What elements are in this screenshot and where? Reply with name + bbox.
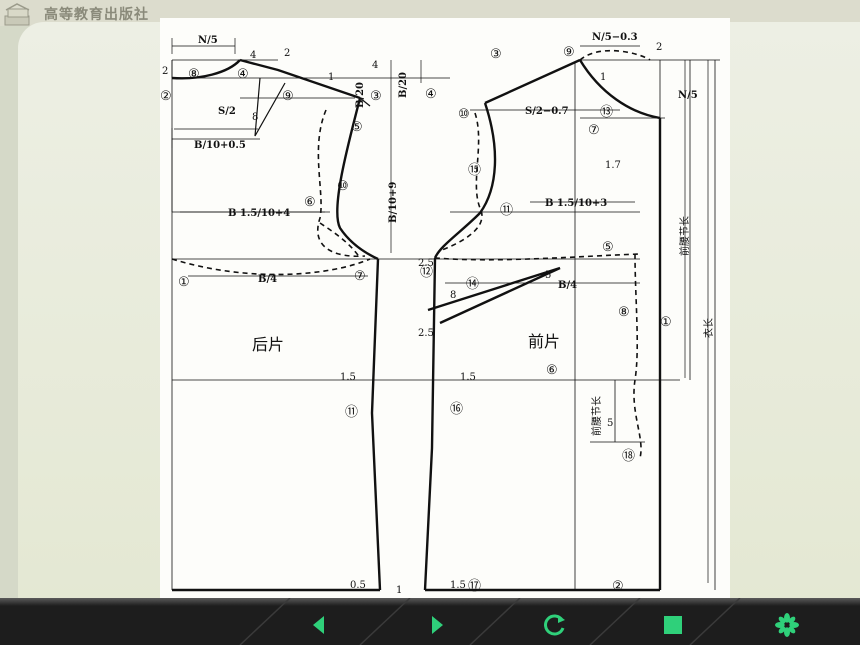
marker-15: ⑮: [468, 163, 481, 178]
stop-square-icon: [664, 616, 682, 634]
marker-5-back: ⑤: [351, 120, 363, 135]
num-5-b: 5: [607, 418, 613, 429]
marker-11-front: ⑪: [500, 203, 513, 218]
num-2-5-b: 2.5: [418, 328, 434, 339]
marker-1-back: ①: [178, 275, 190, 290]
num-0-5: 0.5: [350, 580, 366, 591]
num-1-7: 1.7: [605, 160, 621, 171]
marker-2-front: ②: [612, 579, 624, 594]
marker-8-front: ⑧: [618, 305, 630, 320]
formula-s2-minus: S/2−0.7: [525, 106, 569, 117]
stop-button[interactable]: [656, 610, 690, 640]
num-1-a: 1: [328, 72, 334, 83]
num-2-c: 2: [656, 42, 662, 53]
refresh-icon: [544, 614, 565, 636]
num-8-b: 8: [450, 290, 456, 301]
shirt-pattern-diagram: 后片 前片 N/5 N/5−0.3 S/2 S/2−0.7 B/10+0.5 B…: [160, 32, 720, 596]
marker-16: ⑯: [450, 402, 463, 417]
formula-b10-05: B/10+0.5: [194, 140, 246, 151]
marker-17: ⑰: [468, 579, 481, 594]
num-4-b: 4: [372, 60, 378, 71]
navigation-toolbar: [0, 598, 860, 645]
marker-10-front: ⑩: [458, 107, 470, 122]
marker-8-back: ⑧: [188, 67, 200, 82]
arrow-left-icon: [313, 616, 324, 634]
marker-7-back: ⑦: [354, 269, 366, 284]
num-8-a: 8: [252, 112, 258, 123]
marker-1-front: ①: [660, 315, 672, 330]
back-panel-label: 后片: [252, 335, 284, 354]
num-1-c: 1: [396, 585, 402, 596]
formula-b20-b: B/20: [398, 72, 409, 98]
num-1-5-a: 1.5: [340, 372, 356, 383]
previous-button[interactable]: [302, 610, 336, 640]
marker-4-back: ④: [237, 67, 249, 82]
formula-b4-back: B/4: [258, 274, 277, 285]
num-2-b: 2: [284, 48, 290, 59]
formula-n5-minus: N/5−0.3: [592, 32, 638, 43]
formula-b4-front: B/4: [558, 280, 577, 291]
marker-5-front: ⑤: [602, 240, 614, 255]
num-4-a: 4: [250, 50, 256, 61]
num-1-5-b: 1.5: [460, 372, 476, 383]
label-waist-front-b: 前腰节长: [590, 396, 603, 436]
marker-11-back: ⑪: [345, 405, 358, 420]
replay-button[interactable]: [538, 610, 572, 640]
marker-9-front: ⑨: [563, 45, 575, 60]
menu-button[interactable]: [770, 610, 804, 640]
marker-7-front: ⑦: [588, 123, 600, 138]
front-panel-label: 前片: [528, 332, 560, 351]
formula-s2: S/2: [218, 106, 236, 117]
formula-b20-a: B/20: [355, 82, 366, 108]
num-5-a: 5: [545, 270, 551, 281]
marker-2-back: ②: [160, 89, 172, 104]
formula-n5: N/5: [198, 35, 218, 46]
label-garment-length: 衣长: [702, 318, 715, 338]
marker-10-back: ⑩: [337, 179, 349, 194]
marker-6-front: ⑥: [546, 363, 558, 378]
marker-14: ⑭: [466, 277, 479, 292]
marker-4-mid: ④: [425, 87, 437, 102]
marker-13: ⑬: [600, 105, 613, 120]
label-waist-front-a: 前腰节长: [678, 216, 691, 256]
arrow-right-icon: [432, 616, 443, 634]
formula-b15-4: B 1.5/10+4: [228, 208, 290, 219]
publisher-name: 高等教育出版社: [44, 7, 149, 23]
marker-3-top: ③: [490, 47, 502, 62]
marker-9-back: ⑨: [282, 89, 294, 104]
pattern-slide: 后片 前片 N/5 N/5−0.3 S/2 S/2−0.7 B/10+0.5 B…: [160, 18, 730, 598]
pinwheel-menu-icon: [775, 613, 799, 637]
num-1-5-c: 1.5: [450, 580, 466, 591]
marker-18: ⑱: [622, 449, 635, 464]
formula-b15-3: B 1.5/10+3: [545, 198, 607, 209]
books-logo-icon: [4, 3, 30, 26]
num-2-a: 2: [162, 66, 168, 77]
next-button[interactable]: [420, 610, 454, 640]
marker-12: ⑫: [420, 265, 433, 280]
formula-b10-9: B/10+9: [388, 182, 399, 223]
marker-6-back: ⑥: [304, 195, 316, 210]
marker-3-side: ③: [370, 89, 382, 104]
formula-n5-side: N/5: [678, 90, 698, 101]
num-1-b: 1: [600, 72, 606, 83]
